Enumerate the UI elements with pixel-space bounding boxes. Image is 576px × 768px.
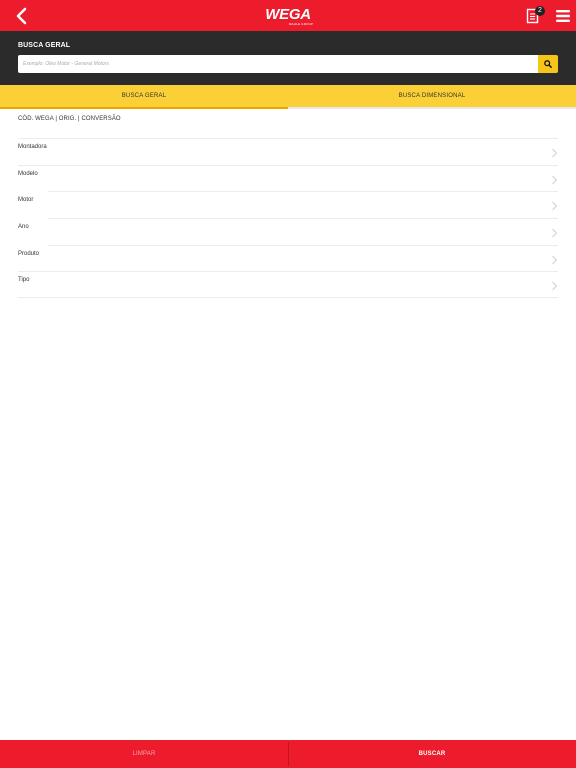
row-divider <box>48 218 558 220</box>
row-divider <box>48 191 558 193</box>
logo-wordmark: WEGA <box>265 6 311 23</box>
filter-label: Produto <box>18 250 40 257</box>
logo-tagline: MAHLE GROUP <box>288 22 314 26</box>
filter-label: Tipo <box>18 277 30 284</box>
row-divider <box>18 271 558 273</box>
search-title: BUSCA GERAL <box>18 42 71 49</box>
search-button[interactable] <box>538 55 558 73</box>
top-bar: WEGA MAHLE GROUP 2 <box>0 0 576 31</box>
filter-label: Motor <box>18 197 34 204</box>
filter-modelo[interactable]: Modelo <box>0 164 576 192</box>
bottom-action-bar: LIMPAR BUSCAR <box>0 740 576 768</box>
search-panel: BUSCA GERAL <box>0 31 576 85</box>
list-end-divider <box>18 297 558 298</box>
search-submit-button[interactable]: BUSCAR <box>288 740 576 768</box>
chevron-right-icon <box>552 255 558 265</box>
row-divider <box>48 244 558 246</box>
filter-produto[interactable]: Produto <box>0 244 576 272</box>
search-tabs: BUSCA GERAL BUSCA DIMENSIONAL <box>0 85 576 109</box>
filter-label: Ano <box>18 224 29 231</box>
chevron-right-icon <box>552 202 558 211</box>
filter-tipo[interactable]: Tipo <box>0 271 576 298</box>
brand-logo: WEGA MAHLE GROUP <box>0 7 576 26</box>
clear-button[interactable]: LIMPAR <box>0 740 288 768</box>
chevron-right-icon <box>552 148 558 158</box>
row-divider <box>18 138 558 139</box>
search-input[interactable] <box>18 55 538 73</box>
filter-motor[interactable]: Motor <box>0 191 576 218</box>
chevron-right-icon <box>552 282 558 291</box>
tab-busca-dimensional[interactable]: BUSCA DIMENSIONAL <box>288 85 576 109</box>
row-divider <box>18 164 558 166</box>
chevron-right-icon <box>552 175 558 185</box>
quote-count-badge: 2 <box>535 6 545 16</box>
filter-ano[interactable]: Ano <box>0 218 576 245</box>
filter-list: Montadora Modelo Motor Ano Produto Tipo <box>0 138 576 298</box>
filter-label: Modelo <box>18 170 38 177</box>
hamburger-menu-icon <box>556 10 570 22</box>
menu-button[interactable] <box>555 8 571 24</box>
filter-label: Montadora <box>18 144 47 150</box>
filter-montadora[interactable]: Montadora <box>0 138 576 165</box>
search-icon <box>544 60 552 68</box>
code-conversion-link[interactable]: CÓD. WEGA | ORIG. | CONVERSÃO <box>18 116 121 122</box>
tab-busca-geral[interactable]: BUSCA GERAL <box>0 85 288 109</box>
chevron-right-icon <box>552 228 558 238</box>
